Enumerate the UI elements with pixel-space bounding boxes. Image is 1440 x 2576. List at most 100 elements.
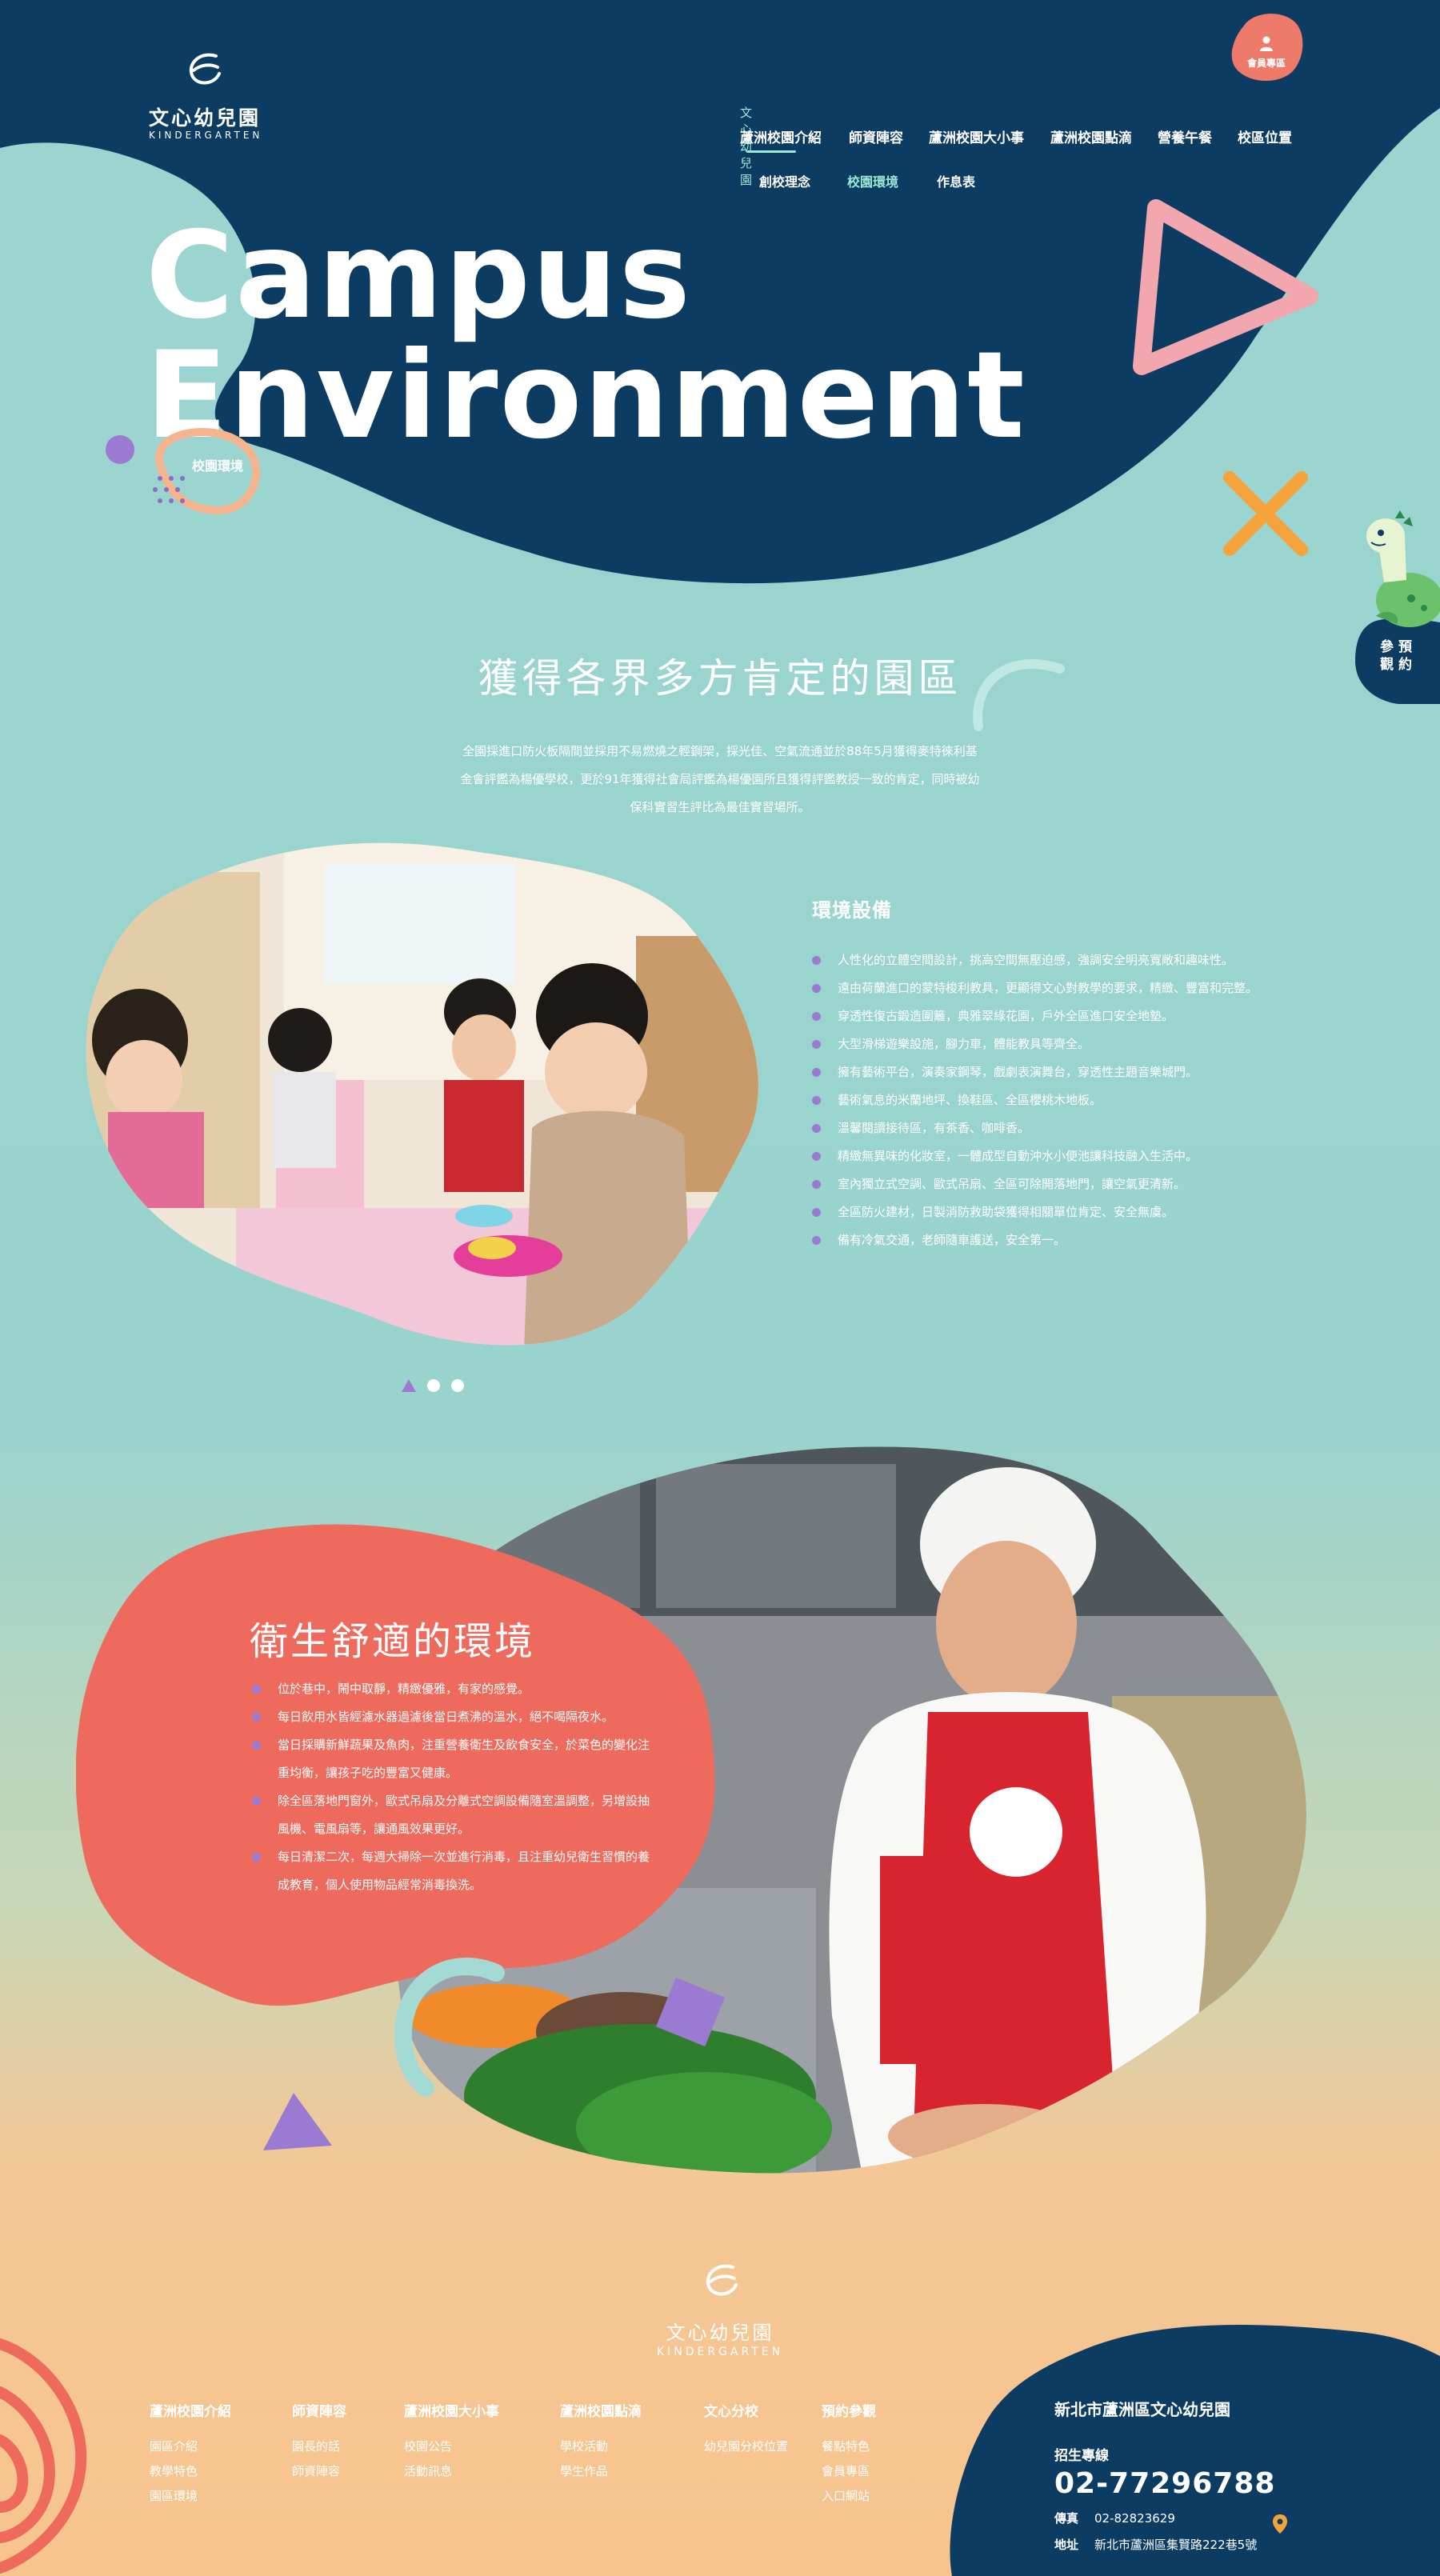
user-icon: [1260, 36, 1273, 51]
nav-item-campus-news[interactable]: 蘆洲校園大小事: [929, 126, 1024, 146]
list-item: 每日飲用水皆經濾水器過濾後當日煮沸的溫水，絕不喝隔夜水。: [252, 1703, 660, 1731]
footer-link[interactable]: 入口網站: [822, 2484, 876, 2509]
footer-col-heading[interactable]: 蘆洲校園點滴: [560, 2400, 642, 2420]
bullet-dot: [812, 1040, 821, 1049]
map-pin-icon[interactable]: [1272, 2514, 1288, 2534]
pink-triangle-shape: [1133, 199, 1318, 375]
bullet-dot: [252, 1853, 261, 1862]
hygiene-section-title: 衛生舒適的環境: [250, 1619, 536, 1664]
list-item: 大型滑梯遊樂設施，腳力車，體能教具等齊全。: [812, 1030, 1260, 1058]
footer-col-heading[interactable]: 蘆洲校園大小事: [404, 2400, 499, 2420]
footer-link[interactable]: 活動訊息: [404, 2459, 499, 2484]
nav-item-campus-moments[interactable]: 蘆洲校園點滴: [1050, 126, 1132, 146]
footer-link[interactable]: 幼兒園分校位置: [704, 2434, 788, 2459]
orange-cross-shape: [1223, 471, 1308, 556]
footer-link[interactable]: 師資陣容: [292, 2459, 346, 2484]
list-item: 除全區落地門窗外，歐式吊扇及分離式空調設備隨室溫調整，另增設抽風機、電風扇等，讓…: [252, 1787, 660, 1843]
list-item: 遠由荷蘭進口的蒙特梭利教具，更顯得文心對教學的要求，精緻、豐富和完整。: [812, 974, 1260, 1002]
recognition-section-description: 全園採進口防火板隔間並採用不易燃燒之輕鋼架，採光佳、空氣流通並於88年5月獲得麥…: [460, 744, 980, 814]
member-area-button[interactable]: 會員專區: [1226, 10, 1306, 83]
list-item: 當日採購新鮮蔬果及魚肉，注重營養衛生及飲食安全，於菜色的變化注重均衡，讓孩子吃的…: [252, 1731, 660, 1787]
list-item: 室內獨立式空調、歐式吊扇、全區可除開落地門，讓空氣更清新。: [812, 1170, 1260, 1198]
bullet-dot: [812, 1152, 821, 1161]
bullet-dot: [812, 1236, 821, 1245]
footer-col-branches: 文心分校 幼兒園分校位置: [704, 2400, 788, 2459]
footer-logo-swirl-icon: [706, 2264, 738, 2296]
nav-item-location[interactable]: 校區位置: [1238, 126, 1292, 146]
address-row: 地址 新北市蘆洲區集賢路222巷5號: [1054, 2536, 1275, 2553]
hygiene-list: 位於巷中，鬧中取靜，精緻優雅，有家的感覺。 每日飲用水皆經濾水器過濾後當日煮沸的…: [252, 1675, 660, 1899]
contact-name: 新北市蘆洲區文心幼兒園: [1054, 2400, 1230, 2419]
coral-swirl-shape: [0, 2338, 87, 2574]
footer-col-heading[interactable]: 文心分校: [704, 2400, 788, 2420]
subnav-item-schedule[interactable]: 作息表: [937, 171, 975, 190]
footer-link[interactable]: 校園公告: [404, 2434, 499, 2459]
list-item: 藝術氣息的米蘭地坪、換鞋區、全區櫻桃木地板。: [812, 1086, 1260, 1114]
list-item: 備有冷氣交通，老師隨車護送，安全第一。: [812, 1226, 1260, 1254]
bullet-dot: [812, 1012, 821, 1021]
subnav-item-environment[interactable]: 校園環境: [847, 171, 898, 190]
hotline-label: 招生專線: [1054, 2448, 1109, 2464]
footer-link[interactable]: 園區環境: [150, 2484, 231, 2509]
footer-col-booking: 預約參觀 餐點特色 會員專區 入口網站: [822, 2400, 876, 2509]
subnav-item-philosophy[interactable]: 創校理念: [759, 171, 810, 190]
carousel-indicator-dot[interactable]: [451, 1379, 464, 1392]
bullet-dot: [812, 984, 821, 993]
footer-col-heading[interactable]: 師資陣容: [292, 2400, 346, 2420]
footer-col-campus-intro: 蘆洲校園介紹 園區介紹 教學特色 園區環境: [150, 2400, 231, 2509]
footer-link[interactable]: 會員專區: [822, 2459, 876, 2484]
bullet-dot: [252, 1741, 261, 1750]
list-item: 全區防火建材，日製消防救助袋獲得相關單位肯定、安全無虞。: [812, 1198, 1260, 1226]
bullet-dot: [812, 1068, 821, 1077]
logo-swirl-icon: [189, 53, 221, 85]
purple-triangle-shape: [263, 2093, 332, 2150]
bullet-dot: [252, 1797, 261, 1806]
footer-link[interactable]: 園區介紹: [150, 2434, 231, 2459]
footer-col-teachers: 師資陣容 園長的話 師資陣容: [292, 2400, 346, 2484]
list-item: 位於巷中，鬧中取靜，精緻優雅，有家的感覺。: [252, 1675, 660, 1703]
carousel-indicator-dot[interactable]: [427, 1379, 440, 1392]
nav-item-campus-intro[interactable]: 蘆洲校園介紹: [740, 126, 822, 146]
classroom-photo: [86, 842, 758, 1346]
recognition-section-title: 獲得各界多方肯定的園區: [478, 655, 962, 702]
dinosaur-mascot-icon: [1366, 510, 1440, 627]
fax-row: 傳真 02-82823629: [1054, 2510, 1275, 2526]
carousel-indicator-active[interactable]: [402, 1379, 416, 1392]
nav-active-underline: [746, 150, 796, 153]
bullet-dot: [812, 1096, 821, 1105]
contact-block: 新北市蘆洲區文心幼兒園 招生專線 02-77296788 傳真 02-828236…: [1054, 2397, 1275, 2553]
list-item: 擁有藝術平台，演奏家鋼琴，戲劇表演舞台，穿透性主題音樂城門。: [812, 1058, 1260, 1086]
bullet-dot: [812, 956, 821, 965]
hotline-number[interactable]: 02-77296788: [1054, 2467, 1275, 2500]
list-item: 每日清潔二次，每週大掃除一次並進行消毒，且注重幼兒衛生習慣的養成教育，個人使用物…: [252, 1843, 660, 1899]
list-item: 溫馨閱讀接待區，有茶香、咖啡香。: [812, 1114, 1260, 1142]
list-item: 人性化的立體空間設計，挑高空間無壓迫感，強調安全明亮寬敞和趣味性。: [812, 946, 1260, 974]
footer-col-campus-moments: 蘆洲校園點滴 學校活動 學生作品: [560, 2400, 642, 2484]
footer-link[interactable]: 學生作品: [560, 2459, 642, 2484]
carousel-indicators: [402, 1379, 464, 1392]
purple-diamond-shape: [656, 1978, 725, 2046]
hero-title-line1: Campus: [146, 206, 693, 346]
facilities-title: 環境設備: [812, 899, 892, 922]
footer-link[interactable]: 學校活動: [560, 2434, 642, 2459]
footer-col-heading[interactable]: 蘆洲校園介紹: [150, 2400, 231, 2420]
facilities-list: 人性化的立體空間設計，挑高空間無壓迫感，強調安全明亮寬敞和趣味性。 遠由荷蘭進口…: [812, 946, 1260, 1254]
purple-dot-shape: [106, 435, 134, 464]
bullet-dot: [252, 1713, 261, 1722]
footer-col-campus-news: 蘆洲校園大小事 校園公告 活動訊息: [404, 2400, 499, 2484]
member-area-label: 會員專區: [1246, 58, 1286, 69]
footer-link[interactable]: 餐點特色: [822, 2434, 876, 2459]
bullet-dot: [812, 1180, 821, 1189]
bullet-dot: [812, 1208, 821, 1217]
footer-link[interactable]: 園長的話: [292, 2434, 346, 2459]
brand-name-cn[interactable]: 文心幼兒園: [149, 102, 261, 131]
footer-col-heading[interactable]: 預約參觀: [822, 2400, 876, 2420]
nav-item-teachers[interactable]: 師資陣容: [849, 126, 903, 146]
address-label: 地址: [1054, 2538, 1079, 2552]
list-item: 穿透性復古鍛造圍籬，典雅翠綠花園，戶外全區進口安全地墊。: [812, 1002, 1260, 1030]
bullet-dot: [812, 1124, 821, 1133]
nav-item-lunch[interactable]: 營養午餐: [1158, 126, 1212, 146]
footer-link[interactable]: 教學特色: [150, 2459, 231, 2484]
brand-name-en: KINDERGARTEN: [149, 130, 263, 141]
address-text: 新北市蘆洲區集賢路222巷5號: [1094, 2538, 1258, 2552]
